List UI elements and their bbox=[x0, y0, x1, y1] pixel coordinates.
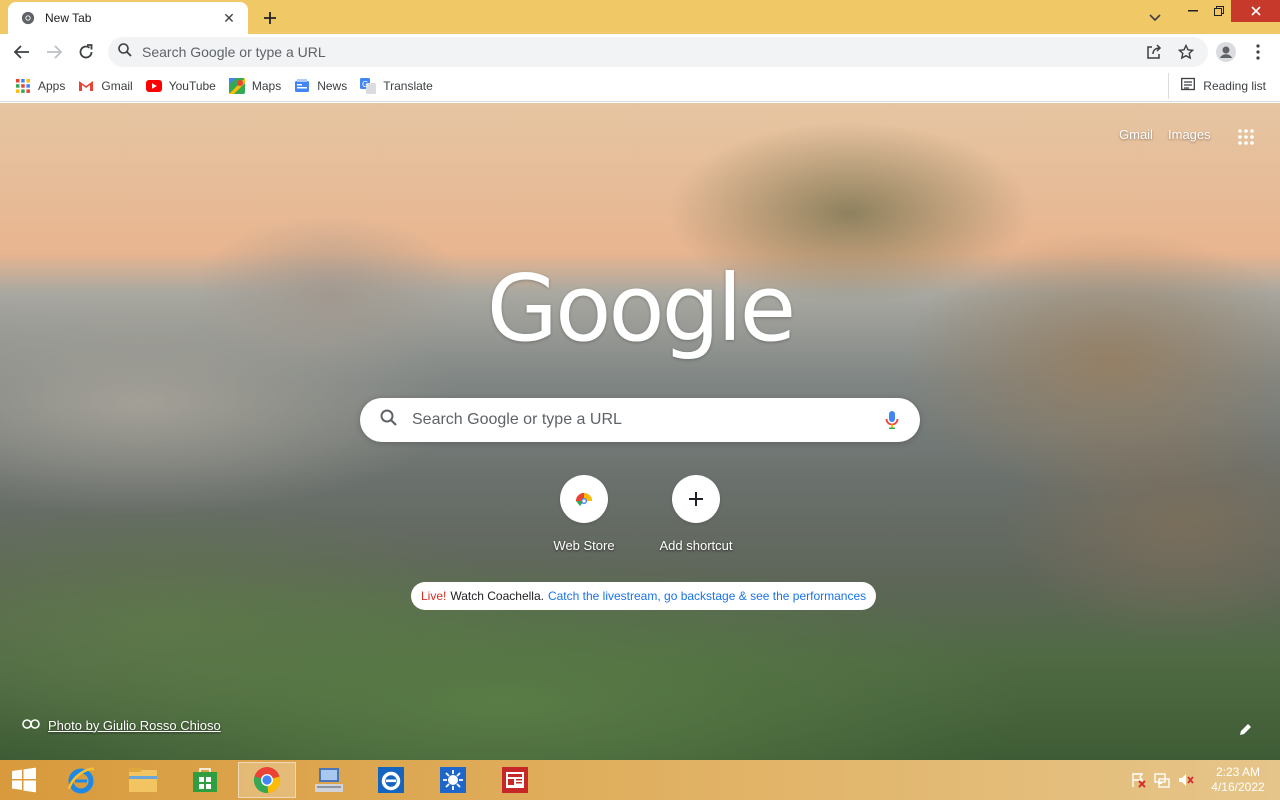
store-taskbar-icon[interactable] bbox=[176, 762, 234, 798]
web-store-icon bbox=[560, 475, 608, 523]
window-close-button[interactable] bbox=[1231, 0, 1280, 22]
bookmark-label: Maps bbox=[251, 78, 282, 93]
youtube-icon bbox=[145, 78, 162, 94]
shortcut-web-store[interactable]: Web Store bbox=[528, 475, 640, 565]
ie-secondary-taskbar-icon[interactable] bbox=[362, 762, 420, 798]
bookmarks-bar: Apps Gmail YouTube Maps News G Translate bbox=[0, 70, 1280, 102]
google-apps-icon[interactable] bbox=[1232, 123, 1260, 151]
forward-button[interactable] bbox=[40, 38, 68, 66]
omnibox-search-icon bbox=[118, 42, 132, 62]
share-icon[interactable] bbox=[1143, 41, 1165, 63]
profile-avatar-icon[interactable] bbox=[1212, 38, 1240, 66]
bookmark-label: Apps bbox=[38, 78, 66, 93]
clock-date: 4/16/2022 bbox=[1211, 780, 1265, 794]
shortcut-label: Web Store bbox=[553, 538, 615, 553]
maps-icon bbox=[228, 77, 245, 94]
link-icon bbox=[22, 716, 40, 734]
bookmark-translate[interactable]: G Translate bbox=[357, 73, 439, 99]
tab-strip: New Tab ✕ bbox=[0, 0, 1280, 34]
bookmark-label: Gmail bbox=[101, 78, 133, 93]
images-link[interactable]: Images bbox=[1168, 127, 1211, 142]
remote-desktop-taskbar-icon[interactable] bbox=[300, 762, 358, 798]
ntp-search-box[interactable]: Search Google or type a URL bbox=[360, 398, 920, 442]
tab-new-tab[interactable]: New Tab ✕ bbox=[8, 2, 248, 34]
photo-attribution[interactable]: Photo by Giulio Rosso Chioso bbox=[22, 716, 221, 734]
ntp-search-placeholder: Search Google or type a URL bbox=[412, 411, 622, 428]
bookmark-apps[interactable]: Apps bbox=[12, 73, 71, 99]
apps-grid-icon bbox=[15, 78, 31, 94]
chrome-taskbar-icon[interactable] bbox=[238, 762, 296, 798]
volume-muted-icon[interactable] bbox=[1178, 772, 1194, 788]
omnibox[interactable]: Search Google or type a URL bbox=[108, 37, 1208, 67]
file-explorer-taskbar-icon[interactable] bbox=[114, 762, 172, 798]
reading-list-icon bbox=[1181, 77, 1196, 96]
new-tab-button[interactable] bbox=[258, 6, 282, 30]
reading-list-button[interactable]: Reading list bbox=[1168, 73, 1266, 99]
translate-icon: G bbox=[360, 77, 377, 94]
attribution-text: Photo by Giulio Rosso Chioso bbox=[48, 717, 221, 733]
internet-explorer-taskbar-icon[interactable] bbox=[52, 762, 110, 798]
bookmark-label: YouTube bbox=[168, 78, 216, 93]
back-button[interactable] bbox=[8, 38, 36, 66]
bookmark-maps[interactable]: Maps bbox=[226, 73, 287, 99]
bookmark-star-icon[interactable] bbox=[1175, 41, 1197, 63]
tab-search-chevron-icon[interactable] bbox=[1144, 7, 1166, 29]
browser-toolbar: Search Google or type a URL bbox=[0, 34, 1280, 70]
shortcut-label: Add shortcut bbox=[659, 538, 733, 553]
chrome-favicon-icon bbox=[20, 10, 36, 26]
reload-button[interactable] bbox=[72, 38, 100, 66]
clock-time: 2:23 AM bbox=[1215, 765, 1261, 779]
customize-pencil-icon[interactable] bbox=[1236, 719, 1256, 739]
news-icon bbox=[294, 78, 310, 94]
tab-close-icon[interactable]: ✕ bbox=[220, 9, 238, 27]
tab-title: New Tab bbox=[45, 11, 92, 25]
svg-text:G: G bbox=[362, 80, 368, 89]
google-logo: Google bbox=[486, 254, 796, 362]
windows-start-icon[interactable] bbox=[8, 766, 40, 794]
weather-taskbar-icon[interactable] bbox=[424, 762, 482, 798]
network-icon[interactable] bbox=[1154, 772, 1170, 788]
bookmark-youtube[interactable]: YouTube bbox=[143, 73, 222, 99]
gmail-icon bbox=[78, 78, 94, 94]
bookmark-gmail[interactable]: Gmail bbox=[75, 73, 138, 99]
promo-link[interactable]: Catch the livestream, go backstage & see… bbox=[548, 589, 866, 603]
gmail-link[interactable]: Gmail bbox=[1119, 127, 1153, 142]
promo-banner[interactable]: Live! Watch Coachella. Catch the livestr… bbox=[411, 582, 877, 610]
news-app-taskbar-icon[interactable] bbox=[486, 762, 544, 798]
promo-text: Watch Coachella. bbox=[450, 589, 544, 603]
voice-search-mic-icon[interactable] bbox=[880, 408, 904, 432]
reading-list-label: Reading list bbox=[1203, 79, 1266, 93]
promo-live-label: Live! bbox=[421, 589, 447, 603]
action-center-flag-icon[interactable] bbox=[1130, 772, 1146, 788]
menu-kebab-icon[interactable] bbox=[1244, 38, 1272, 66]
system-clock[interactable]: 2:23 AM 4/16/2022 bbox=[1204, 765, 1272, 795]
bookmark-news[interactable]: News bbox=[291, 73, 353, 99]
add-shortcut-button[interactable]: Add shortcut bbox=[640, 475, 752, 565]
plus-icon bbox=[672, 475, 720, 523]
search-icon bbox=[380, 409, 398, 432]
omnibox-placeholder: Search Google or type a URL bbox=[142, 44, 326, 60]
windows-taskbar: 2:23 AM 4/16/2022 bbox=[0, 760, 1280, 800]
new-tab-page: Gmail Images Google Search Google or typ… bbox=[0, 103, 1280, 760]
bookmark-label: Translate bbox=[383, 78, 433, 93]
bookmark-label: News bbox=[317, 78, 348, 93]
